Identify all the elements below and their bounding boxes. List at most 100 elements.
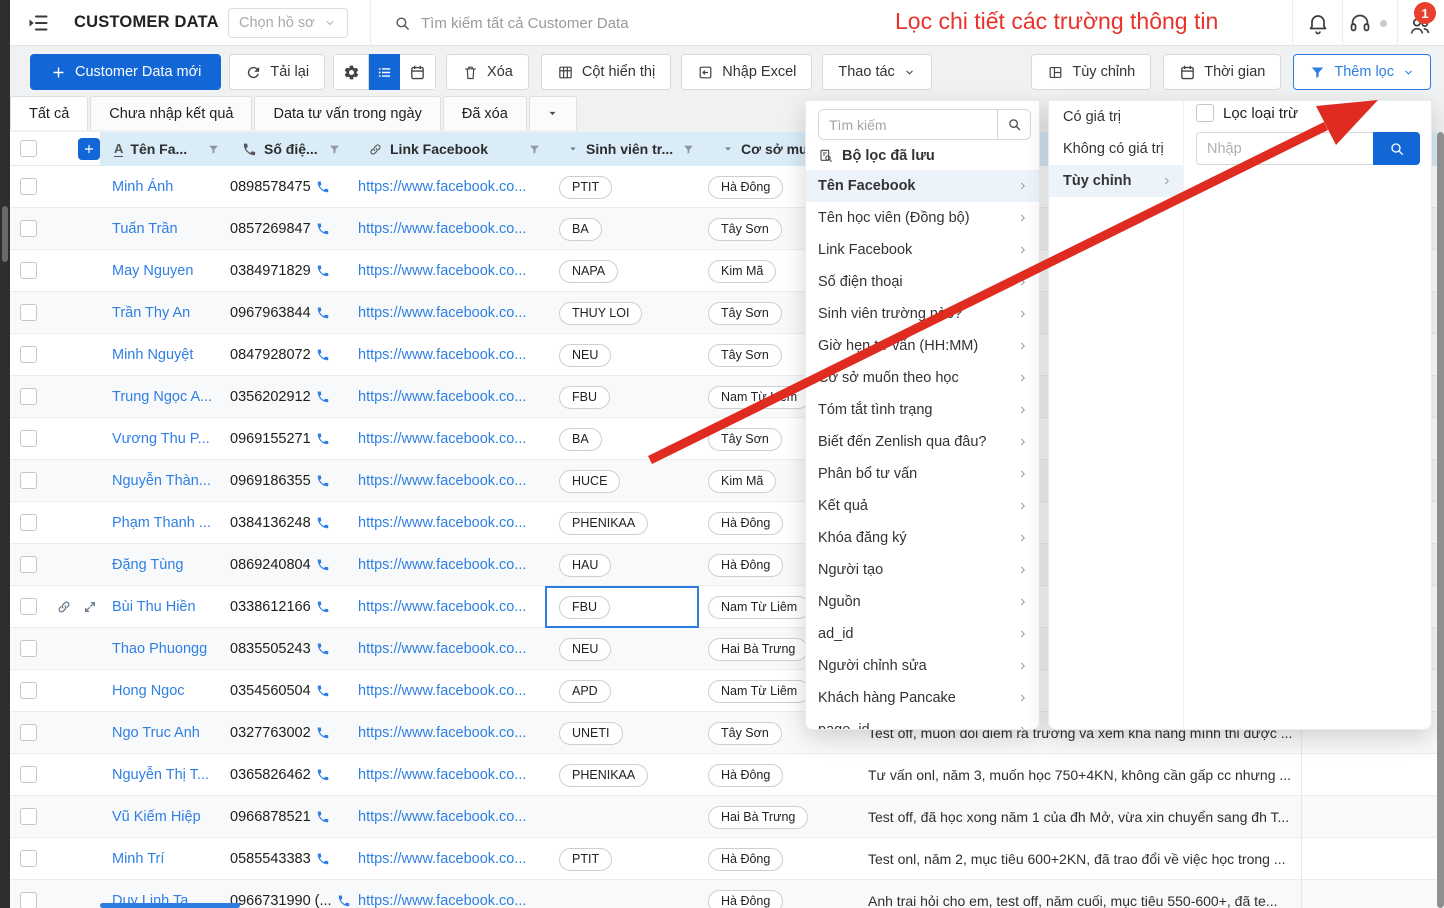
custom-filter-input[interactable] <box>1196 132 1373 165</box>
filter-search-input[interactable] <box>819 110 997 139</box>
phone-icon[interactable] <box>316 852 330 866</box>
row-checkbox[interactable] <box>20 472 37 489</box>
table-row[interactable]: Minh Trí 0585543383 https://www.facebook… <box>10 838 1444 880</box>
add-filter-button[interactable]: Thêm lọc <box>1293 54 1431 90</box>
filter-field-ket-qua[interactable]: Kết quả <box>806 490 1039 522</box>
row-checkbox[interactable] <box>20 808 37 825</box>
row-checkbox[interactable] <box>20 892 37 908</box>
reload-button[interactable]: Tải lại <box>229 54 325 90</box>
sidebar-toggle-icon[interactable] <box>26 11 50 35</box>
actions-button[interactable]: Thao tác <box>822 54 931 90</box>
filter-field-sinh-vien-truong[interactable]: Sinh viên trường nào? <box>806 298 1039 330</box>
customer-name-link[interactable]: Minh Ánh <box>112 166 224 208</box>
filter-field-khach-hang-pancake[interactable]: Khách hàng Pancake <box>806 682 1039 714</box>
column-header-school[interactable]: Sinh viên tr... <box>555 132 707 166</box>
customer-name-link[interactable]: Thao Phuongg <box>112 628 224 670</box>
filter-funnel-icon[interactable] <box>207 143 220 156</box>
tabs-dropdown-button[interactable] <box>529 96 577 130</box>
facebook-link[interactable]: https://www.facebook.co... <box>358 166 538 208</box>
column-header-phone[interactable]: Số điệ... <box>235 132 353 166</box>
filter-field-biet-den[interactable]: Biết đến Zenlish qua đâu? <box>806 426 1039 458</box>
global-search-input[interactable] <box>421 15 721 32</box>
focused-cell[interactable]: FBU <box>545 586 699 628</box>
custom-filter-search-button[interactable] <box>1373 132 1420 165</box>
facebook-link[interactable]: https://www.facebook.co... <box>358 796 538 838</box>
facebook-link[interactable]: https://www.facebook.co... <box>358 460 538 502</box>
customer-name-link[interactable]: Minh Trí <box>112 838 224 880</box>
phone-icon[interactable] <box>316 390 330 404</box>
tab-all[interactable]: Tất cả <box>10 96 88 130</box>
phone-icon[interactable] <box>337 894 351 908</box>
condition-no-value[interactable]: Không có giá trị <box>1049 133 1183 165</box>
phone-icon[interactable] <box>316 642 330 656</box>
column-header-link[interactable]: Link Facebook <box>355 132 553 166</box>
row-checkbox[interactable] <box>20 388 37 405</box>
row-checkbox[interactable] <box>20 724 37 741</box>
row-checkbox[interactable] <box>20 766 37 783</box>
customer-name-link[interactable]: Phạm Thanh ... <box>112 502 224 544</box>
customer-name-link[interactable]: Trung Ngọc A... <box>112 376 224 418</box>
facebook-link[interactable]: https://www.facebook.co... <box>358 334 538 376</box>
phone-icon[interactable] <box>316 810 330 824</box>
phone-icon[interactable] <box>316 684 330 698</box>
customer-name-link[interactable]: Nguyễn Thị T... <box>112 754 224 796</box>
condition-custom[interactable]: Tùy chỉnh <box>1049 165 1183 197</box>
collapsed-sidebar[interactable] <box>0 0 10 908</box>
row-checkbox[interactable] <box>20 556 37 573</box>
filter-field-tom-tat[interactable]: Tóm tắt tình trạng <box>806 394 1039 426</box>
filter-field-nguoi-tao[interactable]: Người tạo <box>806 554 1039 586</box>
row-checkbox[interactable] <box>20 346 37 363</box>
phone-icon[interactable] <box>316 558 330 572</box>
customer-name-link[interactable]: Tuấn Trần <box>112 208 224 250</box>
filter-funnel-icon[interactable] <box>682 143 695 156</box>
facebook-link[interactable]: https://www.facebook.co... <box>358 418 538 460</box>
phone-icon[interactable] <box>316 474 330 488</box>
phone-icon[interactable] <box>316 306 330 320</box>
filter-field-co-so[interactable]: Cơ sở muốn theo học <box>806 362 1039 394</box>
facebook-link[interactable]: https://www.facebook.co... <box>358 586 538 628</box>
table-row[interactable]: Vũ Kiếm Hiệp 0966878521 https://www.face… <box>10 796 1444 838</box>
phone-icon[interactable] <box>316 348 330 362</box>
table-row[interactable]: Nguyễn Thị T... 0365826462 https://www.f… <box>10 754 1444 796</box>
facebook-link[interactable]: https://www.facebook.co... <box>358 712 538 754</box>
phone-icon[interactable] <box>316 432 330 446</box>
facebook-link[interactable]: https://www.facebook.co... <box>358 250 538 292</box>
delete-button[interactable]: Xóa <box>446 54 529 90</box>
visible-columns-button[interactable]: Cột hiển thị <box>541 54 671 90</box>
filter-field-ten-hoc-vien[interactable]: Tên học viên (Đồng bộ) <box>806 202 1039 234</box>
calendar-view-button[interactable] <box>400 54 436 90</box>
customer-name-link[interactable]: Nguyễn Thàn... <box>112 460 224 502</box>
record-link-icon[interactable] <box>56 599 72 615</box>
facebook-link[interactable]: https://www.facebook.co... <box>358 376 538 418</box>
facebook-link[interactable]: https://www.facebook.co... <box>358 628 538 670</box>
tab-deleted[interactable]: Đã xóa <box>443 96 527 130</box>
facebook-link[interactable]: https://www.facebook.co... <box>358 544 538 586</box>
filter-field-so-dien-thoai[interactable]: Số điện thoại <box>806 266 1039 298</box>
row-checkbox[interactable] <box>20 682 37 699</box>
row-checkbox[interactable] <box>20 430 37 447</box>
customer-name-link[interactable]: Bùi Thu Hiền <box>112 586 224 628</box>
facebook-link[interactable]: https://www.facebook.co... <box>358 838 538 880</box>
select-all-checkbox[interactable] <box>20 140 37 157</box>
filter-field-khoa-dang-ky[interactable]: Khóa đăng ký <box>806 522 1039 554</box>
facebook-link[interactable]: https://www.facebook.co... <box>358 208 538 250</box>
facebook-link[interactable]: https://www.facebook.co... <box>358 292 538 334</box>
expand-record-icon[interactable] <box>82 599 98 615</box>
filter-field-ad-id[interactable]: ad_id <box>806 618 1039 650</box>
row-checkbox[interactable] <box>20 514 37 531</box>
facebook-link[interactable]: https://www.facebook.co... <box>358 502 538 544</box>
saved-filters-item[interactable]: Bộ lọc đã lưu <box>806 142 1039 170</box>
phone-icon[interactable] <box>316 600 330 614</box>
customer-name-link[interactable]: Trần Thy An <box>112 292 224 334</box>
tab-today[interactable]: Data tư vấn trong ngày <box>254 96 440 130</box>
customer-name-link[interactable]: May Nguyen <box>112 250 224 292</box>
row-checkbox[interactable] <box>20 640 37 657</box>
customer-name-link[interactable]: Vương Thu P... <box>112 418 224 460</box>
headset-icon[interactable] <box>1348 11 1372 35</box>
phone-icon[interactable] <box>316 768 330 782</box>
customer-name-link[interactable]: Hong Ngoc <box>112 670 224 712</box>
row-checkbox[interactable] <box>20 262 37 279</box>
settings-view-button[interactable] <box>333 54 369 90</box>
row-checkbox[interactable] <box>20 850 37 867</box>
facebook-link[interactable]: https://www.facebook.co... <box>358 670 538 712</box>
